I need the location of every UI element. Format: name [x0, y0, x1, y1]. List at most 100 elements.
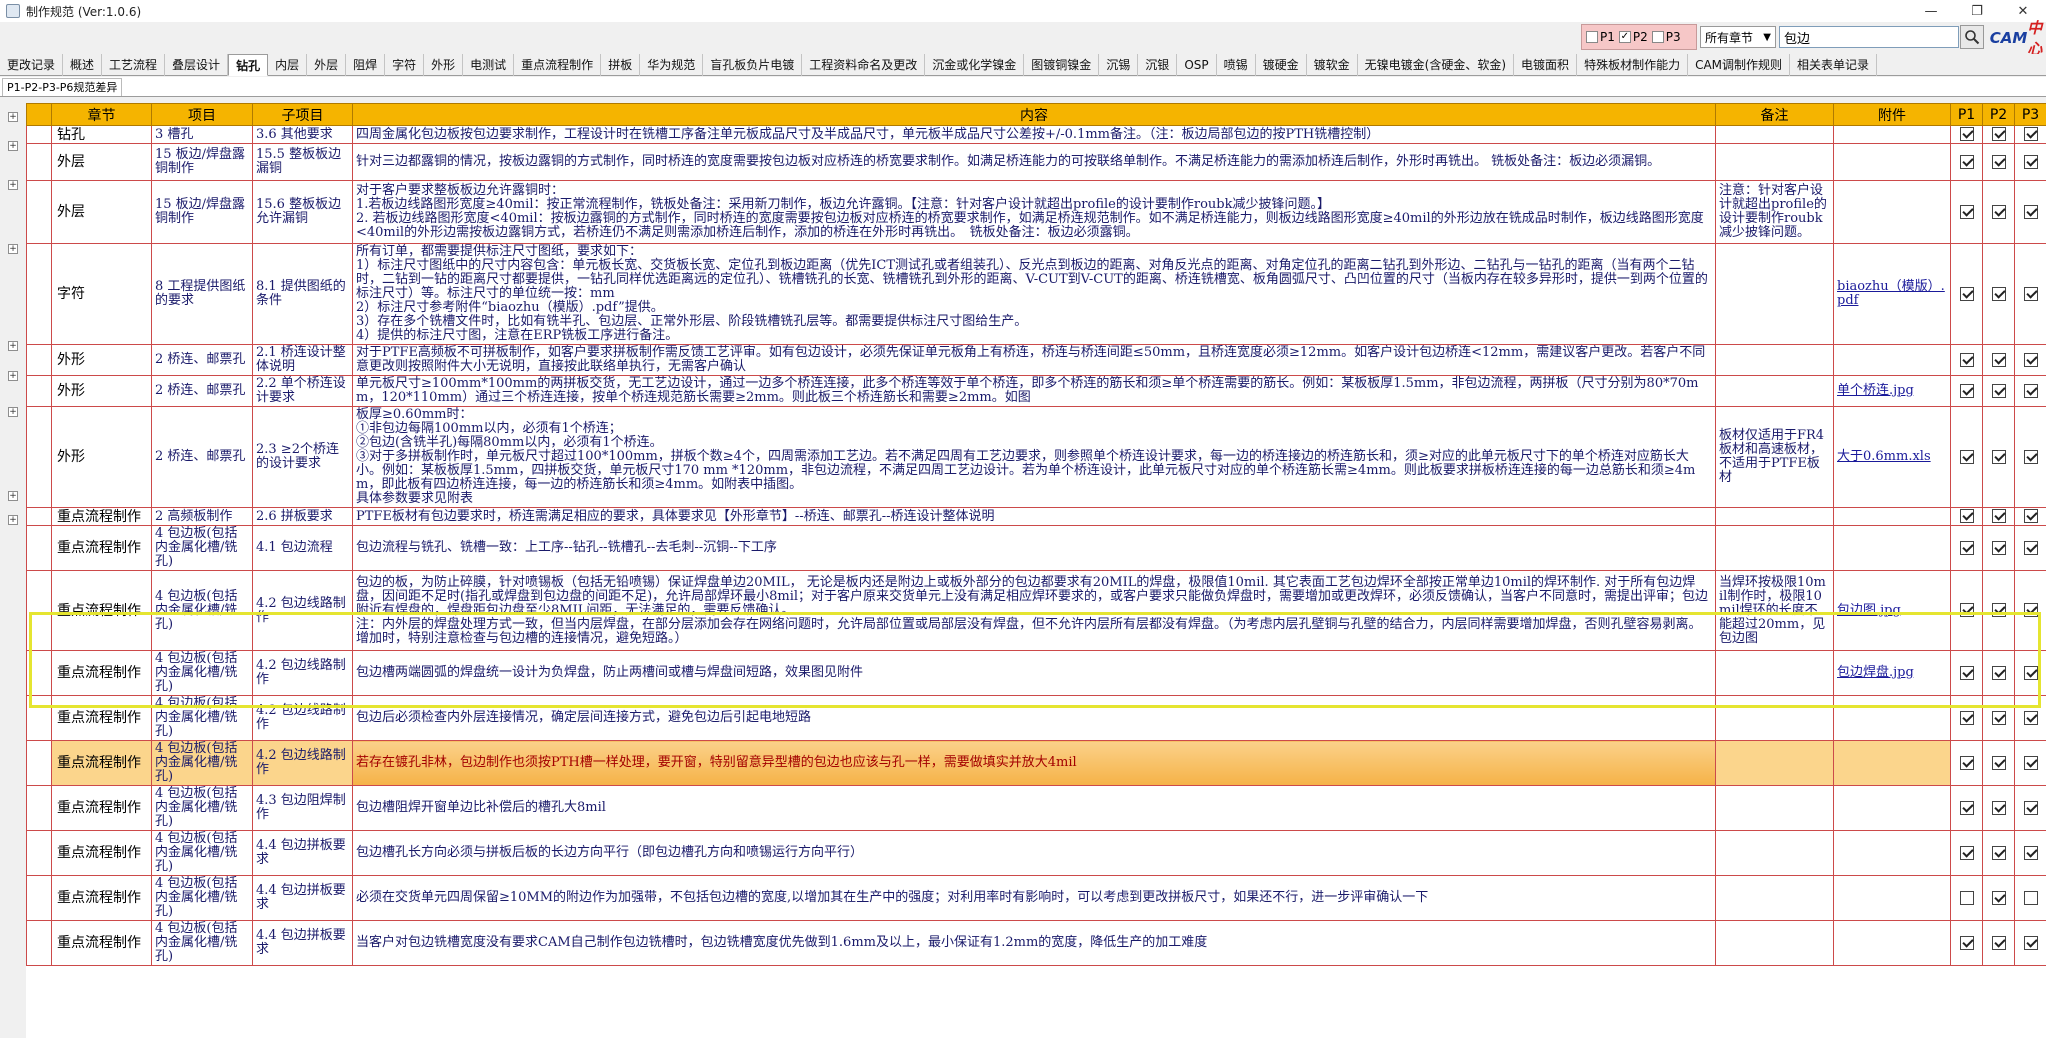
filter-p1-checkbox[interactable]: P1 — [1586, 30, 1615, 44]
cell-subitem[interactable]: 4.2 包边线路制作 — [252, 570, 353, 651]
cell-content[interactable]: 当客户对包边铣槽宽度没有要求CAM自己制作包边铣槽时，包边铣槽宽度优先做到1.6… — [352, 920, 1716, 966]
cell-attachment[interactable]: 包边焊盘.jpg — [1833, 650, 1951, 696]
cell-item[interactable]: 8 工程提供图纸的要求 — [151, 243, 253, 345]
cell-subitem[interactable]: 2.1 桥连设计整体说明 — [252, 344, 353, 376]
cell-item[interactable]: 15 板边/焊盘露铜制作 — [151, 143, 253, 181]
tab-6[interactable]: 外层 — [307, 54, 347, 76]
cell-remark[interactable]: 注意：针对客户设计就超出profile的设计要制作roubk减少披锋问题。 — [1715, 180, 1834, 244]
cell-attachment[interactable] — [1833, 740, 1951, 786]
tab-11[interactable]: 重点流程制作 — [514, 54, 602, 76]
cell-subitem[interactable]: 4.1 包边流程 — [252, 525, 353, 571]
p2-checkbox[interactable] — [1991, 800, 2006, 815]
p2-checkbox[interactable] — [1991, 845, 2006, 860]
header-content[interactable]: 内容 — [352, 103, 1716, 126]
cell-chapter[interactable]: 外形 — [51, 375, 152, 407]
cell-chapter[interactable]: 重点流程制作 — [51, 507, 152, 526]
header-attachment[interactable]: 附件 — [1833, 103, 1951, 126]
table-row[interactable]: 重点流程制作 4 包边板(包括内金属化槽/铣孔) 4.3 包边阻焊制作 包边槽阻焊开窗… — [26, 785, 2046, 831]
cell-item[interactable]: 4 包边板(包括内金属化槽/铣孔) — [151, 785, 253, 831]
cell-item[interactable]: 4 包边板(包括内金属化槽/铣孔) — [151, 920, 253, 966]
cell-attachment[interactable] — [1833, 525, 1951, 571]
cell-subitem[interactable]: 15.5 整板板边漏铜 — [252, 143, 353, 181]
cell-subitem[interactable]: 2.3 ≥2个桥连的设计要求 — [252, 406, 353, 508]
cell-subitem[interactable]: 15.6 整板板边允许漏铜 — [252, 180, 353, 244]
expand-icon[interactable]: + — [8, 112, 18, 122]
expand-icon[interactable]: + — [8, 515, 18, 525]
table-row[interactable]: 重点流程制作 4 包边板(包括内金属化槽/铣孔) 4.1 包边流程 包边流程与铣孔、铣… — [26, 525, 2046, 571]
search-input[interactable] — [1779, 26, 1959, 48]
table-row[interactable]: 重点流程制作 4 包边板(包括内金属化槽/铣孔) 4.4 包边拼板要求 当客户对包边铣… — [26, 920, 2046, 966]
p1-checkbox[interactable] — [1959, 352, 1974, 367]
cell-remark[interactable]: 当焊环按极限10mil制作时，极限10mil焊环的长度不能超过20mm，见包边图 — [1715, 570, 1834, 651]
cell-subitem[interactable]: 4.2 包边线路制作 — [252, 740, 353, 786]
p3-checkbox[interactable] — [2023, 665, 2038, 680]
p3-checkbox[interactable] — [2023, 449, 2038, 464]
tab-2[interactable]: 工艺流程 — [102, 54, 166, 76]
cell-chapter[interactable]: 重点流程制作 — [51, 740, 152, 786]
cell-item[interactable]: 4 包边板(包括内金属化槽/铣孔) — [151, 695, 253, 741]
tab-10[interactable]: 电测试 — [463, 54, 515, 76]
tab-28[interactable]: 相关表单记录 — [1790, 54, 1878, 76]
p3-checkbox[interactable] — [2023, 352, 2038, 367]
tab-12[interactable]: 拼板 — [601, 54, 641, 76]
cell-content[interactable]: 对于客户要求整板板边允许露铜时： 1.若板边线路图形宽度≥40mil：按正常流程… — [352, 180, 1716, 244]
cell-chapter[interactable]: 钻孔 — [51, 125, 152, 144]
tab-24[interactable]: 无镍电镀金(含硬金、软金) — [1358, 54, 1515, 76]
p2-checkbox[interactable] — [1991, 127, 2006, 142]
table-row[interactable]: 重点流程制作 4 包边板(包括内金属化槽/铣孔) 4.4 包边拼板要求 必须在交货单元… — [26, 875, 2046, 921]
header-p2[interactable]: P2 — [1982, 103, 2015, 126]
header-subitem[interactable]: 子项目 — [252, 103, 353, 126]
tab-22[interactable]: 镀硬金 — [1256, 54, 1307, 76]
cell-chapter[interactable]: 重点流程制作 — [51, 875, 152, 921]
cell-chapter[interactable]: 外形 — [51, 406, 152, 508]
table-row[interactable]: 外形 2 桥连、邮票孔 2.1 桥连设计整体说明 对于PTFE高频板不可拼板制作，如客… — [26, 344, 2046, 376]
cell-chapter[interactable]: 重点流程制作 — [51, 570, 152, 651]
cell-content[interactable]: 包边槽阻焊开窗单边比补偿后的槽孔大8mil — [352, 785, 1716, 831]
cell-content[interactable]: 包边槽孔长方向必须与拼板后板的长边方向平行（即包边槽孔方向和喷锡运行方向平行） — [352, 830, 1716, 876]
cell-content[interactable]: 对于PTFE高频板不可拼板制作，如客户要求拼板制作需反馈工艺评审。如有包边设计，… — [352, 344, 1716, 376]
p3-checkbox[interactable] — [2023, 383, 2038, 398]
tab-19[interactable]: 沉银 — [1138, 54, 1178, 76]
cell-attachment[interactable]: 大于0.6mm.xls — [1833, 406, 1951, 508]
cell-subitem[interactable]: 4.4 包边拼板要求 — [252, 920, 353, 966]
header-p3[interactable]: P3 — [2014, 103, 2046, 126]
cell-subitem[interactable]: 2.6 拼板要求 — [252, 507, 353, 526]
p2-checkbox[interactable] — [1991, 286, 2006, 301]
expand-icon[interactable]: + — [8, 180, 18, 190]
cell-chapter[interactable]: 重点流程制作 — [51, 650, 152, 696]
cell-attachment[interactable] — [1833, 695, 1951, 741]
expand-icon[interactable]: + — [8, 491, 18, 501]
p1-checkbox[interactable] — [1959, 154, 1974, 169]
tab-14[interactable]: 盲孔板负片电镀 — [703, 54, 803, 76]
cell-attachment[interactable] — [1833, 785, 1951, 831]
p3-checkbox[interactable] — [2023, 935, 2038, 950]
attachment-link[interactable]: 包边图.jpg — [1837, 603, 1901, 618]
cell-attachment[interactable] — [1833, 830, 1951, 876]
p2-checkbox[interactable] — [1991, 890, 2006, 905]
cell-chapter[interactable]: 外层 — [51, 143, 152, 181]
p3-checkbox[interactable] — [2023, 509, 2038, 524]
cell-remark[interactable] — [1715, 344, 1834, 376]
cell-content[interactable]: 必须在交货单元四周保留≥10MM的附边作为加强带，不包括包边槽的宽度,以增加其在… — [352, 875, 1716, 921]
cell-remark[interactable] — [1715, 830, 1834, 876]
restore-button[interactable]: ❐ — [1954, 0, 2000, 22]
attachment-link[interactable]: 大于0.6mm.xls — [1837, 449, 1931, 464]
tab-9[interactable]: 外形 — [424, 54, 464, 76]
attachment-link[interactable]: 包边焊盘.jpg — [1837, 665, 1914, 680]
p2-checkbox[interactable] — [1991, 449, 2006, 464]
cell-chapter[interactable]: 重点流程制作 — [51, 695, 152, 741]
cell-item[interactable]: 4 包边板(包括内金属化槽/铣孔) — [151, 525, 253, 571]
p1-checkbox[interactable] — [1959, 383, 1974, 398]
p2-checkbox[interactable] — [1991, 755, 2006, 770]
p1-checkbox[interactable] — [1959, 603, 1974, 618]
tab-21[interactable]: 喷锡 — [1217, 54, 1256, 76]
cell-content[interactable]: 若存在镀孔非林，包边制作也须按PTH槽一样处理，要开窗，特别留意异型槽的包边也应… — [352, 740, 1716, 786]
table-row[interactable]: 重点流程制作 4 包边板(包括内金属化槽/铣孔) 4.4 包边拼板要求 包边槽孔长方向… — [26, 830, 2046, 876]
cell-remark[interactable]: 板材仅适用于FR4板材和高速板材，不适用于PTFE板材 — [1715, 406, 1834, 508]
tab-20[interactable]: OSP — [1177, 54, 1217, 76]
minimize-button[interactable]: — — [1908, 0, 1954, 22]
table-row[interactable]: 钻孔 3 槽孔 3.6 其他要求 四周金属化包边板按包边要求制作，工程设计时在铣槽工序… — [26, 125, 2046, 144]
p3-checkbox[interactable] — [2023, 800, 2038, 815]
cell-attachment[interactable] — [1833, 344, 1951, 376]
cell-item[interactable]: 15 板边/焊盘露铜制作 — [151, 180, 253, 244]
